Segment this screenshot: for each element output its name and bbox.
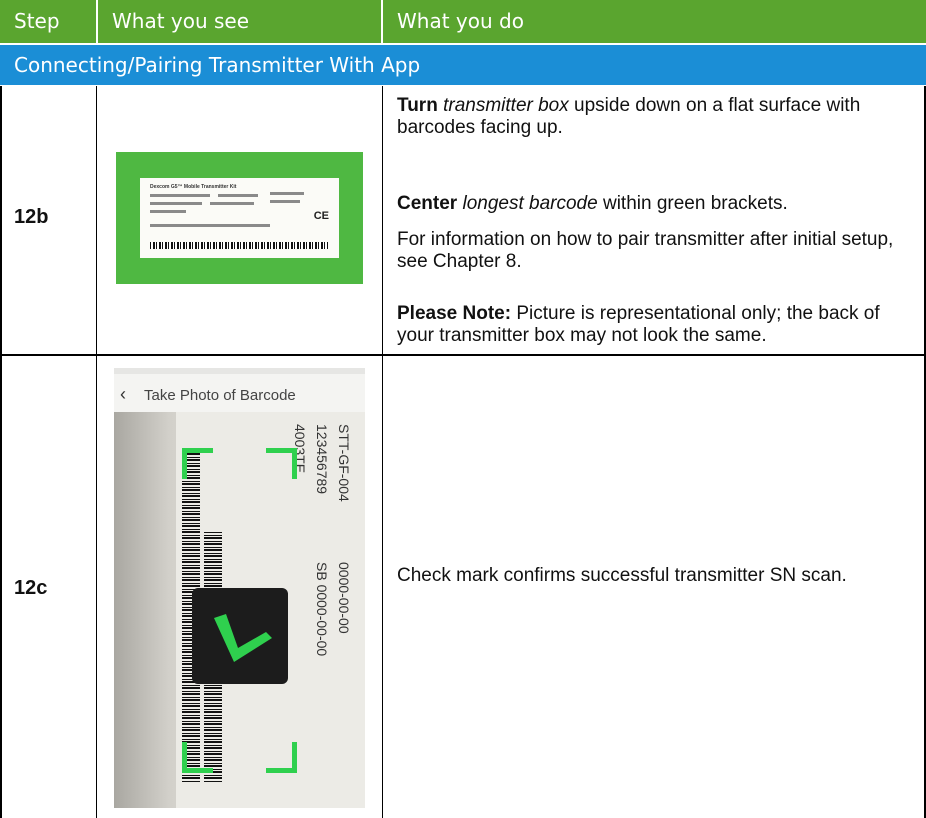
section-title: Connecting/Pairing Transmitter With App [14, 53, 421, 77]
step-number: 12b [14, 206, 49, 228]
header-step-label: Step [14, 9, 60, 33]
barcode [150, 242, 328, 249]
chevron-left-icon: ‹ [120, 384, 126, 404]
phone-screen-title: Take Photo of Barcode [144, 387, 296, 404]
instruction-note: Please Note: Picture is representational… [397, 303, 880, 346]
label-card: Dexcom G5™ Mobile Transmitter Kit CE [140, 178, 339, 258]
header-do-label: What you do [397, 9, 524, 33]
transmitter-box-label-image: Dexcom G5™ Mobile Transmitter Kit CE [116, 152, 363, 284]
section-header: Connecting/Pairing Transmitter With App [0, 45, 926, 85]
status-bar [114, 368, 365, 374]
row-divider [0, 354, 926, 356]
checkmark-icon [192, 588, 288, 684]
camera-view: STT-GF-004 123456789 4003TE 0000-00-00 S… [114, 412, 365, 808]
header-what-you-see: What you see [98, 0, 381, 43]
bracket-bottom-left [182, 742, 213, 773]
step-number: 12c [14, 577, 48, 599]
bracket-top-left [182, 448, 213, 479]
instruction-check-mark: Check mark confirms successful transmitt… [397, 565, 847, 586]
instruction-info: For information on how to pair transmitt… [397, 229, 894, 272]
phone-nav-bar: ‹ Take Photo of Barcode [114, 368, 365, 412]
instruction-table: Step What you see What you do Connecting… [0, 0, 926, 818]
header-see-label: What you see [112, 9, 250, 33]
date-text: 0000-00-00 [336, 562, 352, 634]
grid-line [0, 86, 2, 818]
label-card-title: Dexcom G5™ Mobile Transmitter Kit [150, 184, 237, 190]
sb-text: SB 0000-00-00 [314, 562, 330, 657]
grid-line [382, 86, 383, 818]
bracket-bottom-right [266, 742, 297, 773]
phone-screenshot: ‹ Take Photo of Barcode STT-GF-004 12345… [114, 368, 365, 808]
grid-line [96, 86, 97, 818]
instruction-turn: Turn transmitter box upside down on a fl… [397, 95, 861, 138]
header-step: Step [0, 0, 96, 43]
lot-text: 123456789 [314, 424, 330, 495]
bracket-top-right [266, 448, 297, 479]
instruction-center: Center longest barcode within green brac… [397, 193, 788, 214]
ce-mark: CE [313, 210, 329, 222]
ref-text: STT-GF-004 [336, 424, 352, 502]
header-what-you-do: What you do [383, 0, 926, 43]
